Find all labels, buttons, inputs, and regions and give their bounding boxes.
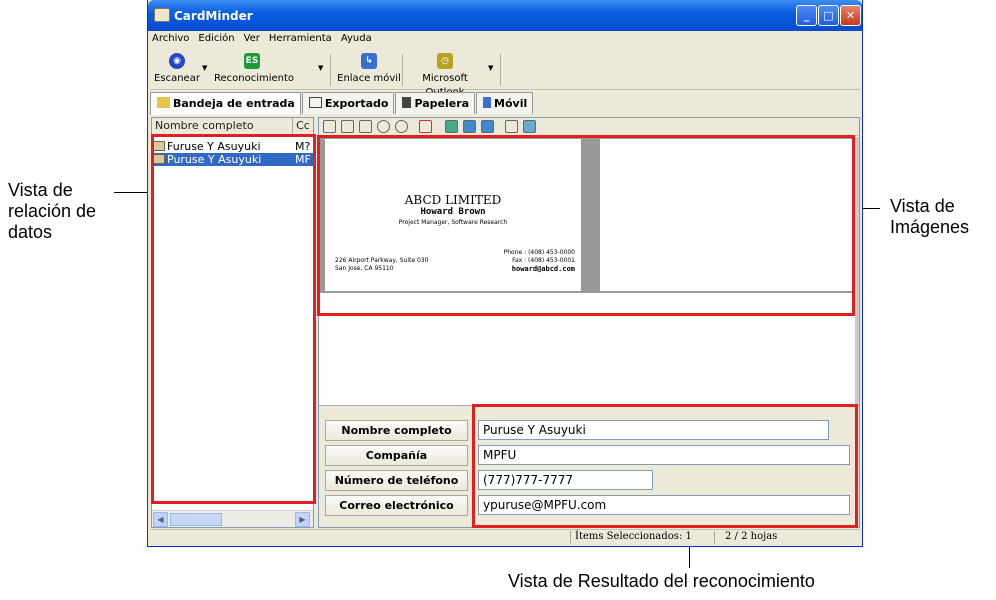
toolbar-separator <box>402 54 403 86</box>
tab-mobile-label: Móvil <box>494 97 528 110</box>
annotation-images-view: Vista de Imágenes <box>890 196 970 237</box>
close-button[interactable]: ✕ <box>840 5 861 26</box>
front-icon[interactable] <box>445 120 458 133</box>
scan-icon: ◉ <box>169 53 185 69</box>
print-icon[interactable] <box>505 120 518 133</box>
mobile-link-label: Enlace móvil <box>337 73 401 84</box>
menu-edicion[interactable]: Edición <box>198 33 234 49</box>
full-name-label[interactable]: Nombre completo <box>325 420 468 441</box>
annotation-recognition-view: Vista de Resultado del reconocimiento <box>508 571 815 591</box>
menu-ayuda[interactable]: Ayuda <box>341 33 372 49</box>
recognition-button[interactable]: ES Reconocimiento <box>214 52 294 88</box>
highlight-data-relation-view <box>151 134 316 504</box>
folder-tabs: Bandeja de entrada Exportado Papelera Mó… <box>150 92 534 115</box>
rotate-icon[interactable] <box>323 120 336 133</box>
back-icon[interactable] <box>463 120 476 133</box>
annotation-line-left <box>114 192 150 193</box>
trash-icon <box>402 97 412 108</box>
toolbar-separator <box>330 54 331 86</box>
fit-page-icon[interactable] <box>359 120 372 133</box>
double-side-icon[interactable] <box>481 120 494 133</box>
tab-inbox[interactable]: Bandeja de entrada <box>150 92 301 115</box>
scroll-left-button[interactable]: ◀ <box>153 512 168 527</box>
flip-icon[interactable] <box>419 120 432 133</box>
mobile-link-button[interactable]: ↳ Enlace móvil <box>336 52 402 88</box>
app-icon <box>154 8 170 22</box>
toolbar: ◉ Escanear ▼ ES Reconocimiento ▼ ↳ Enlac… <box>150 50 860 98</box>
menu-ver[interactable]: Ver <box>244 33 260 49</box>
window-title: CardMinder <box>174 9 253 23</box>
menu-archivo[interactable]: Archivo <box>152 33 189 49</box>
mobile-icon <box>483 97 492 108</box>
export-icon <box>308 97 322 108</box>
recognition-dropdown-arrow[interactable]: ▼ <box>318 64 323 72</box>
recognition-label: Reconocimiento <box>214 73 295 84</box>
menu-bar: Archivo Edición Ver Herramienta Ayuda <box>152 33 372 49</box>
zoom-in-icon[interactable] <box>377 120 390 133</box>
inbox-icon <box>157 97 170 108</box>
scan-dropdown-arrow[interactable]: ▼ <box>202 64 207 72</box>
zoom-out-icon[interactable] <box>395 120 408 133</box>
toolbar-separator <box>500 54 501 86</box>
minimize-button[interactable]: _ <box>796 5 817 26</box>
tab-exported[interactable]: Exportado <box>301 92 395 114</box>
outlook-icon: ◷ <box>437 53 453 69</box>
mobile-link-icon: ↳ <box>361 53 377 69</box>
status-selected-items: Ítems Seleccionados: 1 <box>570 531 712 544</box>
company-label[interactable]: Compañía <box>325 445 468 466</box>
phone-label[interactable]: Número de teléfono <box>325 470 468 491</box>
tab-inbox-label: Bandeja de entrada <box>173 97 295 110</box>
tab-mobile[interactable]: Móvil <box>476 92 534 114</box>
vertical-splitter[interactable] <box>855 137 859 407</box>
horizontal-scrollbar[interactable]: ◀ ▶ <box>152 510 313 527</box>
annotation-data-relation-view: Vista de relación de datos <box>8 180 97 242</box>
tab-exported-label: Exportado <box>324 97 389 110</box>
scroll-thumb[interactable] <box>170 513 222 526</box>
scan-label: Escanear <box>154 73 200 84</box>
status-pages: 2 / 2 hojas <box>714 531 844 544</box>
status-bar: Ítems Seleccionados: 1 2 / 2 hojas <box>150 529 860 545</box>
mobile-view-icon[interactable] <box>523 120 536 133</box>
tab-trash-label: Papelera <box>414 97 470 110</box>
recognition-icon: ES <box>244 53 260 69</box>
maximize-button[interactable]: □ <box>818 5 839 26</box>
column-company[interactable]: Cc <box>293 118 313 134</box>
highlight-recognition-view <box>472 404 858 528</box>
list-header: Nombre completo Cc <box>152 118 313 135</box>
fit-width-icon[interactable] <box>341 120 354 133</box>
scroll-right-button[interactable]: ▶ <box>295 512 310 527</box>
tab-trash[interactable]: Papelera <box>395 92 476 114</box>
image-toolbar <box>319 118 859 136</box>
outlook-button[interactable]: ◷ Microsoft Outlook <box>404 52 486 98</box>
menu-herramienta[interactable]: Herramienta <box>269 33 332 49</box>
highlight-image-view <box>317 135 855 316</box>
title-bar[interactable]: CardMinder _ □ ✕ <box>148 0 862 31</box>
scan-button[interactable]: ◉ Escanear <box>154 52 200 88</box>
email-label[interactable]: Correo electrónico <box>325 495 468 516</box>
column-full-name[interactable]: Nombre completo <box>152 118 294 134</box>
outlook-dropdown-arrow[interactable]: ▼ <box>488 64 493 72</box>
